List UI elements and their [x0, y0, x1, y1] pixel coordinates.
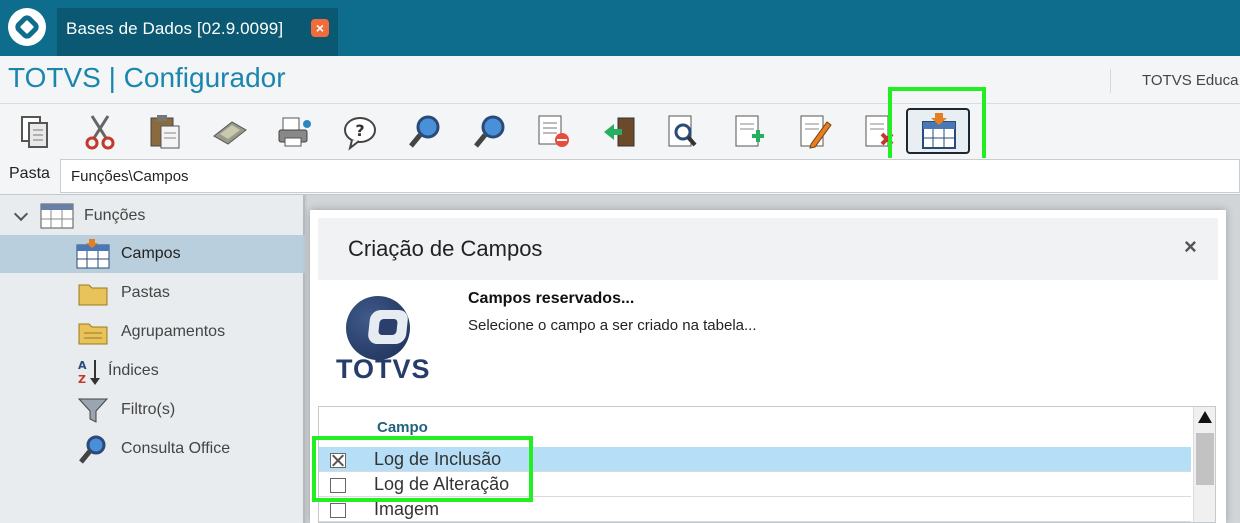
tree-item-funcoes[interactable]: Funções [0, 197, 305, 235]
new-document-icon[interactable] [730, 112, 770, 152]
tree-item-label: Agrupamentos [121, 323, 226, 340]
toolbar: ? [0, 104, 1240, 158]
tree-item-label: Filtro(s) [121, 401, 176, 418]
dialog-title: Criação de Campos [348, 236, 543, 261]
close-list-icon[interactable] [535, 112, 575, 152]
calculator-icon[interactable] [210, 112, 250, 152]
sort-az-icon: AZ [76, 356, 110, 386]
company-name[interactable]: TOTVS Educa [1110, 69, 1238, 93]
tab-title: Bases de Dados [02.9.0099] [66, 19, 284, 38]
print-icon[interactable] [275, 112, 315, 152]
folder-icon [76, 278, 110, 308]
tree-item-label: Pastas [121, 284, 170, 301]
path-label: Pasta [9, 165, 50, 182]
scroll-thumb[interactable] [1196, 433, 1214, 485]
tree-item-label: Consulta Office [121, 440, 231, 457]
highlight-create-field [888, 87, 986, 168]
path-field[interactable]: Funções\Campos [60, 159, 1240, 193]
tree-item-indices[interactable]: AZ Índices [0, 352, 305, 390]
exit-icon[interactable] [600, 112, 640, 152]
logo-text: TOTVS [336, 354, 431, 384]
preview-icon[interactable] [665, 112, 705, 152]
title-bar: TOTVS | Configurador TOTVS Educa [0, 56, 1240, 104]
search-icon[interactable] [405, 112, 445, 152]
tree-item-label: Funções [84, 207, 146, 224]
scroll-up-arrow-icon[interactable] [1198, 411, 1212, 423]
tree-item-agrupamentos[interactable]: Agrupamentos [0, 313, 305, 351]
edit-document-icon[interactable] [795, 112, 835, 152]
path-row: Pasta Funções\Campos [0, 158, 1240, 195]
totvs-logo: TOTVS [336, 296, 448, 392]
vertical-scrollbar[interactable] [1193, 407, 1215, 522]
tree-item-label: Índices [108, 362, 159, 379]
table-field-icon [76, 239, 110, 269]
info-subtitle: Selecione o campo a ser criado na tabela… [468, 317, 757, 334]
tree-item-filtros[interactable]: Filtro(s) [0, 391, 305, 429]
info-title: Campos reservados... [468, 290, 635, 307]
top-bar: Bases de Dados [02.9.0099] × [0, 0, 1240, 56]
paste-icon[interactable] [145, 112, 185, 152]
tab-bases-de-dados[interactable]: Bases de Dados [02.9.0099] × [57, 8, 338, 56]
highlight-log-rows [312, 436, 533, 502]
navigation-tree: Funções Campos Pastas Agrupamentos AZ Ín… [0, 195, 305, 523]
tree-item-consulta-office[interactable]: Consulta Office [0, 430, 305, 468]
close-icon[interactable]: × [1184, 234, 1197, 260]
filter-icon [76, 395, 110, 425]
cut-icon[interactable] [80, 112, 120, 152]
svg-text:A: A [78, 359, 87, 372]
help-icon[interactable]: ? [340, 112, 380, 152]
tree-item-pastas[interactable]: Pastas [0, 274, 305, 312]
row-label: Imagem [374, 499, 440, 519]
totvs-app-icon[interactable] [8, 8, 46, 46]
dialog-header: Criação de Campos × [318, 218, 1218, 280]
folder-group-icon [76, 317, 110, 347]
row-checkbox[interactable] [330, 503, 346, 518]
app-title: TOTVS | Configurador [8, 62, 286, 93]
copy-icon[interactable] [15, 112, 55, 152]
table-icon [40, 201, 74, 231]
svg-text:?: ? [355, 121, 364, 140]
magnifier-icon [76, 434, 110, 464]
close-tab-icon[interactable]: × [311, 19, 329, 37]
tree-item-campos[interactable]: Campos [0, 235, 305, 273]
column-header-campo[interactable]: Campo [377, 419, 428, 436]
chevron-down-icon[interactable] [13, 206, 29, 222]
search-next-icon[interactable] [470, 112, 510, 152]
svg-text:Z: Z [78, 373, 86, 386]
tree-item-label: Campos [121, 245, 181, 262]
